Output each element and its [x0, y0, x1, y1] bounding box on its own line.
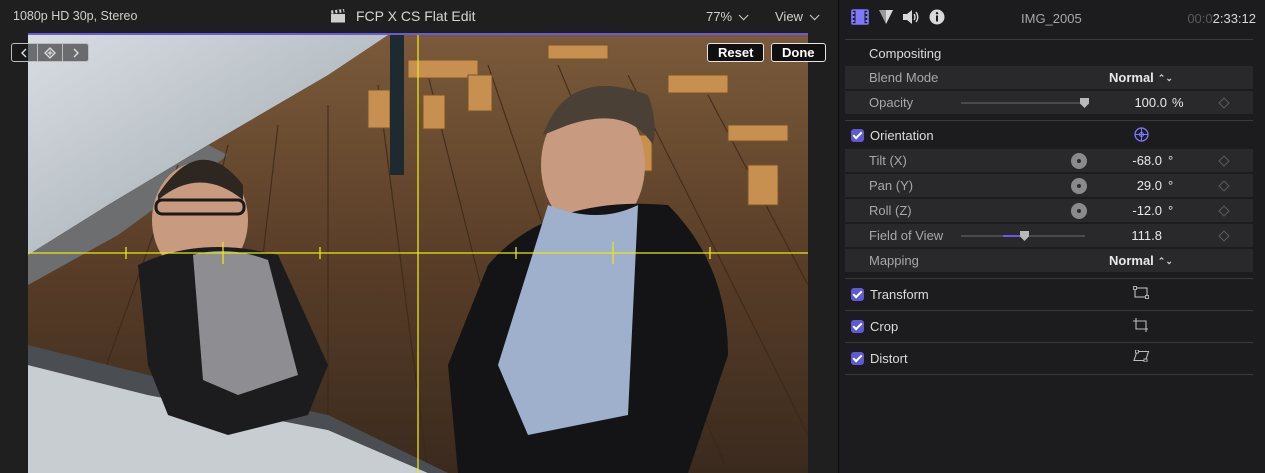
degree-unit: °: [1168, 203, 1174, 218]
blend-mode-value: Normal: [1109, 70, 1154, 85]
opacity-keyframe-button[interactable]: [1218, 97, 1230, 109]
roll-label: Roll (Z): [869, 203, 912, 218]
blend-mode-popup[interactable]: Normal ⌃⌄: [1109, 70, 1173, 85]
pan-value[interactable]: 29.0: [1082, 178, 1162, 193]
audio-inspector-icon[interactable]: [902, 9, 920, 25]
degree-unit: °: [1168, 178, 1174, 193]
clip-duration-value: 2:33:12: [1212, 11, 1256, 26]
add-keyframe-button[interactable]: [38, 44, 64, 61]
crop-section-header[interactable]: Crop: [845, 313, 1253, 339]
clip-name: IMG_2005: [1021, 11, 1082, 26]
up-down-chevron-icon: ⌃⌄: [1157, 73, 1173, 83]
opacity-row: Opacity 100.0 %: [845, 91, 1253, 115]
distort-section-header[interactable]: Distort: [845, 345, 1253, 371]
video-inspector-icon[interactable]: [851, 9, 869, 25]
crop-onscreen-control-icon[interactable]: [1133, 318, 1149, 332]
transform-section-header[interactable]: Transform: [845, 281, 1253, 307]
roll-value[interactable]: -12.0: [1082, 203, 1162, 218]
orientation-title: Orientation: [870, 127, 934, 143]
field-of-view-row: Field of View 111.8: [845, 224, 1253, 248]
reset-button[interactable]: Reset: [707, 43, 765, 62]
mapping-value: Normal: [1109, 253, 1154, 268]
opacity-value[interactable]: 100.0: [1087, 95, 1167, 110]
compositing-section-header[interactable]: Compositing: [845, 40, 1253, 66]
pan-row: Pan (Y) 29.0 °: [845, 174, 1253, 198]
pan-label: Pan (Y): [869, 178, 914, 193]
orientation-checkbox[interactable]: [851, 128, 864, 142]
transform-checkbox[interactable]: [851, 287, 864, 301]
blend-mode-row: Blend Mode Normal ⌃⌄: [845, 66, 1253, 90]
orientation-onscreen-control-icon[interactable]: [1134, 127, 1149, 142]
project-title-group: FCP X CS Flat Edit: [330, 8, 476, 24]
opacity-label: Opacity: [869, 95, 914, 110]
degree-unit: °: [1168, 153, 1174, 168]
chevron-down-icon: [809, 10, 820, 21]
color-inspector-icon[interactable]: [878, 9, 894, 25]
crop-checkbox[interactable]: [851, 319, 864, 333]
opacity-slider[interactable]: [961, 102, 1085, 104]
previous-keyframe-icon: [21, 48, 27, 57]
mapping-label: Mapping: [869, 253, 919, 268]
tilt-value[interactable]: -68.0: [1082, 153, 1162, 168]
inspector: IMG_2005 00:02:33:12 Compositing Blend M…: [838, 0, 1265, 473]
transform-title: Transform: [870, 286, 929, 302]
field-of-view-label: Field of View: [869, 228, 944, 243]
tilt-keyframe-button[interactable]: [1218, 155, 1230, 167]
field-of-view-slider-knob[interactable]: [1020, 231, 1029, 241]
roll-row: Roll (Z) -12.0 °: [845, 199, 1253, 223]
compositing-title: Compositing: [869, 45, 942, 61]
next-keyframe-button[interactable]: [63, 44, 88, 61]
zoom-menu[interactable]: 77%: [706, 9, 749, 24]
keyframe-navigation: [11, 43, 89, 62]
view-menu[interactable]: View: [775, 9, 820, 24]
section-divider: [845, 374, 1253, 375]
viewer: 1080p HD 30p, Stereo FCP X CS Flat Edit …: [0, 0, 838, 473]
orientation-section-header[interactable]: Orientation: [845, 122, 1253, 148]
done-button[interactable]: Done: [771, 43, 826, 62]
up-down-chevron-icon: ⌃⌄: [1157, 256, 1173, 266]
format-info: 1080p HD 30p, Stereo: [13, 9, 138, 23]
video-frame-image: [28, 35, 808, 473]
roll-keyframe-button[interactable]: [1218, 205, 1230, 217]
field-of-view-keyframe-button[interactable]: [1218, 230, 1230, 242]
chevron-down-icon: [738, 10, 749, 21]
opacity-unit: %: [1172, 95, 1184, 110]
field-of-view-value[interactable]: 111.8: [1082, 228, 1162, 243]
mapping-popup[interactable]: Normal ⌃⌄: [1109, 253, 1173, 268]
distort-onscreen-control-icon[interactable]: [1133, 350, 1150, 362]
tilt-label: Tilt (X): [869, 153, 907, 168]
crop-title: Crop: [870, 318, 899, 334]
tilt-row: Tilt (X) -68.0 °: [845, 149, 1253, 173]
blend-mode-label: Blend Mode: [869, 70, 939, 85]
section-divider: [845, 120, 1253, 121]
section-divider: [845, 342, 1253, 343]
clapperboard-icon: [331, 9, 345, 23]
project-title: FCP X CS Flat Edit: [356, 8, 476, 24]
pan-keyframe-button[interactable]: [1218, 180, 1230, 192]
transform-onscreen-control-icon[interactable]: [1133, 286, 1149, 299]
mapping-row: Mapping Normal ⌃⌄: [845, 249, 1253, 273]
viewer-header: 1080p HD 30p, Stereo FCP X CS Flat Edit …: [0, 0, 838, 34]
clip-duration: 00:02:33:12: [1187, 11, 1256, 26]
zoom-level-value: 77%: [706, 9, 733, 24]
clip-duration-leading: 00:0: [1187, 11, 1213, 26]
info-inspector-icon[interactable]: [929, 9, 945, 25]
add-keyframe-icon: [44, 46, 56, 59]
distort-checkbox[interactable]: [851, 351, 864, 365]
previous-keyframe-button[interactable]: [12, 44, 38, 61]
section-divider: [845, 278, 1253, 279]
next-keyframe-icon: [73, 48, 79, 57]
distort-title: Distort: [870, 350, 908, 366]
inspector-header: IMG_2005 00:02:33:12: [839, 0, 1265, 36]
view-menu-label: View: [775, 9, 803, 24]
video-frame[interactable]: [28, 35, 808, 473]
section-divider: [845, 310, 1253, 311]
